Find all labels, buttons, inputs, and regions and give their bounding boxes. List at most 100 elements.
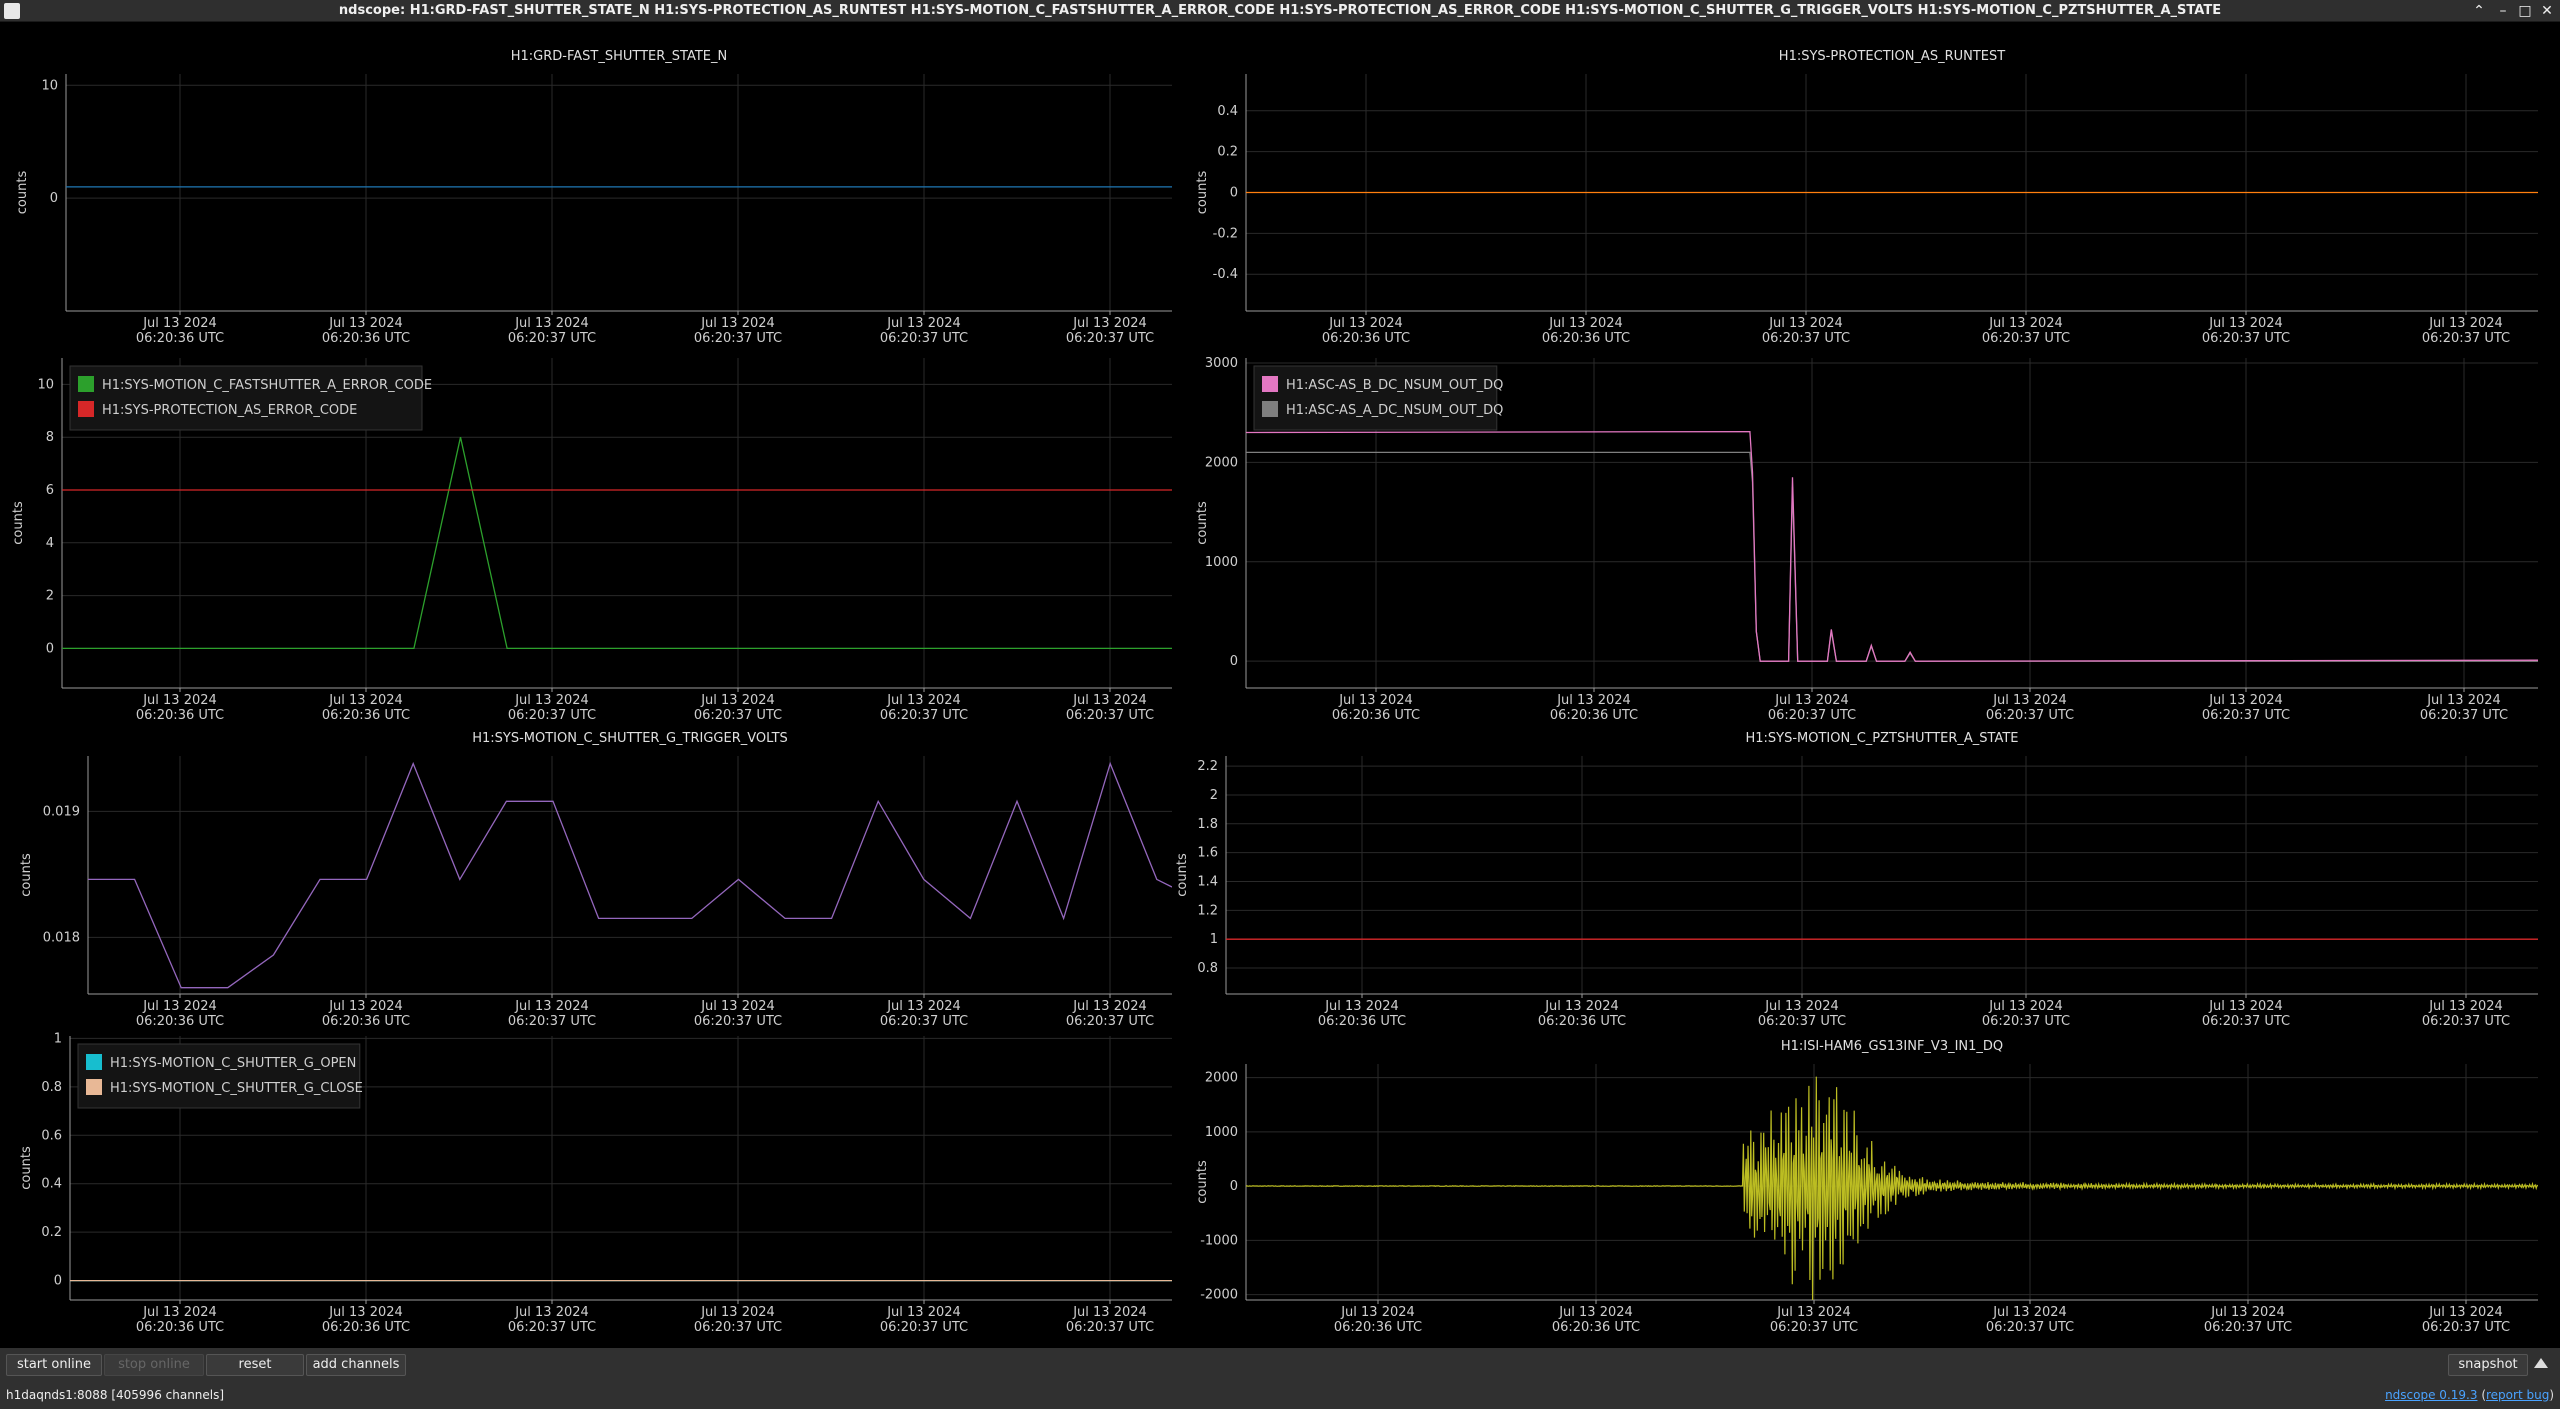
- x-tick-label: 06:20:36 UTC: [322, 1320, 410, 1335]
- chart-panel-p2: 0.40.20-0.2-0.4Jul 13 202406:20:36 UTCJu…: [1195, 49, 2538, 346]
- chart-panel-p8: 200010000-1000-2000Jul 13 202406:20:36 U…: [1195, 1039, 2538, 1335]
- y-tick-label: 0: [54, 1274, 62, 1289]
- y-tick-label: -1000: [1200, 1233, 1238, 1248]
- x-tick-label: Jul 13 2024: [2426, 693, 2501, 708]
- x-tick-label: 06:20:37 UTC: [1762, 331, 1850, 346]
- y-tick-label: 0.019: [43, 804, 80, 819]
- x-tick-label: Jul 13 2024: [700, 693, 775, 708]
- y-tick-label: -2000: [1200, 1288, 1238, 1303]
- y-tick-label: 0: [50, 191, 58, 206]
- x-tick-label: 06:20:37 UTC: [2422, 1014, 2510, 1029]
- x-tick-label: 06:20:37 UTC: [1758, 1014, 1846, 1029]
- x-tick-label: 06:20:37 UTC: [2202, 331, 2290, 346]
- x-tick-label: 06:20:37 UTC: [1770, 1320, 1858, 1335]
- y-tick-label: 0: [1230, 186, 1238, 201]
- start-online-button[interactable]: start online: [6, 1354, 102, 1376]
- y-axis-label: counts: [19, 1146, 34, 1190]
- x-tick-label: 06:20:36 UTC: [1550, 708, 1638, 723]
- y-axis-label: counts: [19, 853, 34, 897]
- legend-swatch: [1262, 401, 1278, 417]
- y-tick-label: 0: [1230, 1179, 1238, 1194]
- chart-panel-p3: 1086420Jul 13 202406:20:36 UTCJul 13 202…: [11, 358, 1172, 723]
- report-bug-link[interactable]: report bug: [2486, 1388, 2549, 1402]
- collapse-triangle-icon[interactable]: [2534, 1358, 2548, 1368]
- x-tick-label: Jul 13 2024: [514, 999, 589, 1014]
- window-maximize-button[interactable]: □: [2516, 3, 2534, 19]
- add-channels-button[interactable]: add channels: [306, 1354, 406, 1376]
- y-tick-label: 1: [54, 1031, 62, 1046]
- x-tick-label: 06:20:37 UTC: [694, 1014, 782, 1029]
- y-tick-label: 1.6: [1197, 846, 1218, 861]
- window-close-button[interactable]: ✕: [2538, 3, 2556, 19]
- x-tick-label: Jul 13 2024: [1558, 1305, 1633, 1320]
- x-tick-label: Jul 13 2024: [886, 693, 961, 708]
- chart-panel-p7: 10.80.60.40.20Jul 13 202406:20:36 UTCJul…: [19, 1031, 1172, 1335]
- chart-panel-p6: 2.221.81.61.41.210.8Jul 13 202406:20:36 …: [1175, 731, 2538, 1029]
- plots-canvas[interactable]: 100Jul 13 202406:20:36 UTCJul 13 202406:…: [0, 22, 2560, 1348]
- x-tick-label: 06:20:36 UTC: [1542, 331, 1630, 346]
- reset-button[interactable]: reset: [206, 1354, 304, 1376]
- legend-swatch: [78, 376, 94, 392]
- plot-area[interactable]: 10 0 Jul 13 2024 06:20:36 UTC Jul 13 2024 06:…: [0, 22, 2560, 1348]
- chart-title: H1:SYS-PROTECTION_AS_RUNTEST: [1779, 49, 2005, 64]
- x-tick-label: Jul 13 2024: [142, 1305, 217, 1320]
- server-status: h1daqnds1:8088 [405996 channels]: [6, 1388, 225, 1402]
- x-tick-label: Jul 13 2024: [328, 1305, 403, 1320]
- x-tick-label: Jul 13 2024: [886, 1305, 961, 1320]
- x-tick-label: 06:20:36 UTC: [1538, 1014, 1626, 1029]
- x-tick-label: Jul 13 2024: [142, 693, 217, 708]
- x-tick-label: Jul 13 2024: [1072, 693, 1147, 708]
- version-link[interactable]: ndscope 0.19.3: [2385, 1388, 2477, 1402]
- x-tick-label: 06:20:37 UTC: [1986, 708, 2074, 723]
- x-tick-label: Jul 13 2024: [2428, 316, 2503, 331]
- bottom-toolbar: start online stop online reset add chann…: [0, 1348, 2560, 1409]
- y-tick-label: 0.4: [41, 1177, 62, 1192]
- legend-swatch: [1262, 376, 1278, 392]
- x-tick-label: Jul 13 2024: [1988, 316, 2063, 331]
- x-tick-label: 06:20:37 UTC: [508, 1320, 596, 1335]
- x-tick-label: Jul 13 2024: [514, 1305, 589, 1320]
- chart-title: H1:ISI-HAM6_GS13INF_V3_IN1_DQ: [1781, 1039, 2003, 1054]
- x-tick-label: 06:20:37 UTC: [1066, 1014, 1154, 1029]
- y-axis-label: counts: [1195, 171, 1210, 215]
- legend-label: H1:SYS-PROTECTION_AS_ERROR_CODE: [102, 403, 357, 418]
- x-tick-label: Jul 13 2024: [1072, 1305, 1147, 1320]
- y-tick-label: 1000: [1205, 555, 1238, 570]
- x-tick-label: Jul 13 2024: [328, 316, 403, 331]
- y-tick-label: 10: [37, 377, 54, 392]
- chart-title: H1:GRD-FAST_SHUTTER_STATE_N: [511, 49, 728, 64]
- x-tick-label: Jul 13 2024: [142, 999, 217, 1014]
- x-tick-label: Jul 13 2024: [1988, 999, 2063, 1014]
- x-tick-label: 06:20:36 UTC: [136, 708, 224, 723]
- x-tick-label: Jul 13 2024: [700, 999, 775, 1014]
- x-tick-label: 06:20:37 UTC: [1066, 331, 1154, 346]
- stop-online-button[interactable]: stop online: [104, 1354, 204, 1376]
- x-tick-label: Jul 13 2024: [328, 999, 403, 1014]
- chart-panel-p1: 100Jul 13 202406:20:36 UTCJul 13 202406:…: [15, 49, 1172, 346]
- y-tick-label: -0.2: [1213, 226, 1238, 241]
- legend-label: H1:ASC-AS_A_DC_NSUM_OUT_DQ: [1286, 403, 1503, 418]
- x-tick-label: 06:20:36 UTC: [1318, 1014, 1406, 1029]
- x-tick-label: Jul 13 2024: [2428, 999, 2503, 1014]
- x-tick-label: 06:20:36 UTC: [322, 1014, 410, 1029]
- window-shade-button[interactable]: ⌃: [2470, 3, 2488, 19]
- y-tick-label: 0.8: [1197, 961, 1218, 976]
- x-tick-label: Jul 13 2024: [328, 693, 403, 708]
- window-minimize-button[interactable]: –: [2494, 3, 2512, 19]
- y-tick-label: 1: [1210, 932, 1218, 947]
- x-tick-label: 06:20:37 UTC: [2420, 708, 2508, 723]
- x-tick-label: Jul 13 2024: [1544, 999, 1619, 1014]
- legend-swatch: [86, 1054, 102, 1070]
- snapshot-button[interactable]: snapshot: [2448, 1354, 2528, 1376]
- legend-label: H1:SYS-MOTION_C_FASTSHUTTER_A_ERROR_CODE: [102, 378, 432, 393]
- x-tick-label: Jul 13 2024: [886, 999, 961, 1014]
- x-tick-label: Jul 13 2024: [2208, 999, 2283, 1014]
- y-axis-label: counts: [1175, 853, 1190, 897]
- x-tick-label: 06:20:37 UTC: [694, 1320, 782, 1335]
- chart-title: H1:SYS-MOTION_C_PZTSHUTTER_A_STATE: [1745, 731, 2018, 746]
- y-tick-label: 0.6: [41, 1128, 62, 1143]
- x-tick-label: Jul 13 2024: [1768, 316, 1843, 331]
- legend-swatch: [86, 1079, 102, 1095]
- report-close-paren: ): [2549, 1388, 2554, 1402]
- x-tick-label: 06:20:37 UTC: [1768, 708, 1856, 723]
